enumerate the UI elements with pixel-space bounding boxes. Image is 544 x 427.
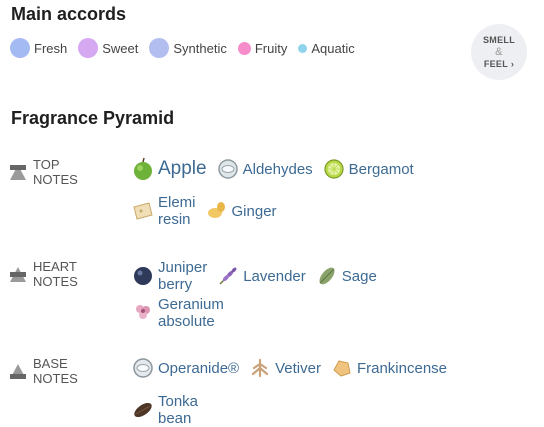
chevron-right-icon: › xyxy=(510,59,515,69)
accord-label: Aquatic xyxy=(311,40,355,56)
operanide-icon xyxy=(131,356,158,380)
accord-label: Synthetic xyxy=(173,40,227,56)
note-row: Geranium absolute xyxy=(131,296,233,330)
pyramid-level-highlight xyxy=(10,164,26,170)
note-sage[interactable]: Sage xyxy=(315,264,377,288)
lavender-icon xyxy=(216,264,243,288)
pyramid-level-highlight xyxy=(10,271,26,277)
apple-icon xyxy=(131,157,158,181)
pyramid-level-icon xyxy=(10,266,26,282)
note-name: Operanide® xyxy=(158,359,240,377)
note-tonka-bean[interactable]: Tonka bean xyxy=(131,393,198,427)
note-name: Aldehydes xyxy=(242,160,313,178)
vetiver-icon xyxy=(248,356,275,380)
note-name: Apple xyxy=(158,158,207,179)
note-geranium-absolute[interactable]: Geranium absolute xyxy=(131,296,224,330)
pyramid-level-icon xyxy=(10,164,26,180)
accord-dot xyxy=(78,38,99,58)
smell-feel-button[interactable]: SMELL & FEEL › xyxy=(471,24,527,80)
pyramid-level-highlight xyxy=(10,373,26,379)
frankincense-icon xyxy=(330,356,357,380)
note-name: Ginger xyxy=(231,202,277,220)
accord-dot xyxy=(237,41,251,55)
elemi-resin-icon xyxy=(131,199,158,223)
bergamot-icon xyxy=(322,157,349,181)
feel-label: FEEL xyxy=(483,59,509,69)
sage-icon xyxy=(315,264,342,288)
note-name: Lavender xyxy=(243,267,306,285)
accord-synthetic[interactable]: Synthetic xyxy=(149,38,227,58)
note-name: Juniper berry xyxy=(158,259,208,293)
accord-dot xyxy=(298,43,308,53)
accord-dot xyxy=(10,38,30,58)
note-operanide[interactable]: Operanide® xyxy=(131,356,239,380)
pyramid-level-icon xyxy=(10,363,26,379)
note-juniper-berry[interactable]: Juniper berry xyxy=(131,259,207,293)
note-aldehydes[interactable]: Aldehydes xyxy=(216,157,313,181)
accord-sweet[interactable]: Sweet xyxy=(78,38,138,58)
note-row: Operanide® Vetiver Frankincense xyxy=(131,356,456,380)
note-name: Frankincense xyxy=(356,359,448,377)
accord-dot xyxy=(149,38,170,58)
note-bergamot[interactable]: Bergamot xyxy=(322,157,414,181)
note-row: Tonka bean xyxy=(131,393,207,427)
accord-label: Sweet xyxy=(102,40,139,56)
tier-label: TOP NOTES xyxy=(10,157,78,187)
note-frankincense[interactable]: Frankincense xyxy=(330,356,447,380)
note-row: Juniper berry Lavender Sage xyxy=(131,259,386,293)
note-elemi-resin[interactable]: Elemi resin xyxy=(131,194,196,228)
accord-fresh[interactable]: Fresh xyxy=(10,38,67,58)
note-ginger[interactable]: Ginger xyxy=(205,199,277,223)
note-apple[interactable]: Apple xyxy=(131,157,207,181)
tonka-bean-icon xyxy=(131,398,158,422)
smell-label: SMELL xyxy=(483,35,515,45)
tier-label: BASE NOTES xyxy=(10,356,78,386)
tier-label: HEART NOTES xyxy=(10,259,78,289)
ampersand-label: & xyxy=(495,46,503,58)
accord-list: Fresh Sweet Synthetic Fruity Aquatic xyxy=(10,38,366,58)
geranium-icon xyxy=(131,301,158,325)
note-vetiver[interactable]: Vetiver xyxy=(248,356,321,380)
fragrance-pyramid-heading: Fragrance Pyramid xyxy=(11,108,175,128)
note-lavender[interactable]: Lavender xyxy=(216,264,306,288)
juniper-berry-icon xyxy=(131,264,158,288)
note-name: Bergamot xyxy=(348,160,414,178)
accord-fruity[interactable]: Fruity xyxy=(237,40,288,56)
note-name: Tonka bean xyxy=(158,393,199,427)
note-name: Geranium absolute xyxy=(158,296,224,330)
aldehydes-icon xyxy=(216,157,243,181)
accord-aquatic[interactable]: Aquatic xyxy=(298,40,355,56)
tier-label-text: HEART NOTES xyxy=(33,259,78,289)
tier-label-text: TOP NOTES xyxy=(33,157,78,187)
accord-label: Fresh xyxy=(34,40,68,56)
note-row: Apple Aldehydes Bergamot xyxy=(131,157,423,181)
accord-label: Fruity xyxy=(254,40,288,56)
main-accords-heading: Main accords xyxy=(11,4,127,24)
note-name: Vetiver xyxy=(275,359,321,377)
note-row: Elemi resin Ginger xyxy=(131,194,286,228)
note-name: Elemi resin xyxy=(158,194,196,228)
ginger-icon xyxy=(205,199,232,223)
tier-label-text: BASE NOTES xyxy=(33,356,78,386)
note-name: Sage xyxy=(341,267,377,285)
